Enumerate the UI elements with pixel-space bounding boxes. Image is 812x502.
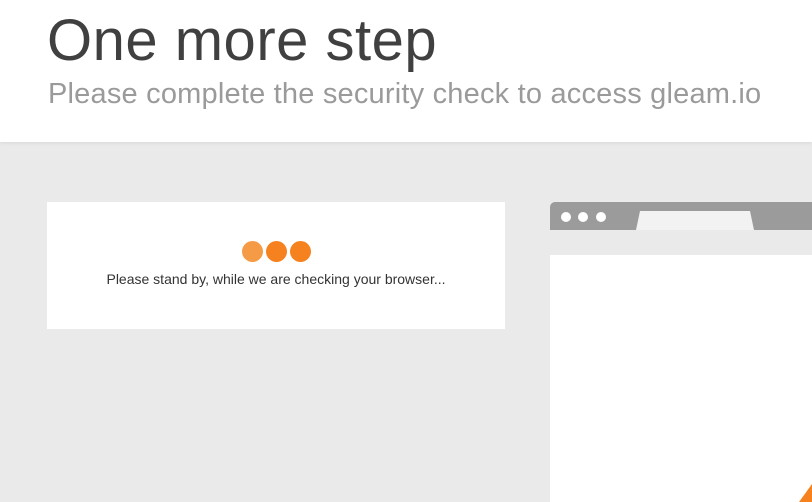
page-header: One more step Please complete the securi…	[0, 0, 812, 142]
loading-indicator	[242, 241, 312, 263]
page-subtitle: Please complete the security check to ac…	[48, 78, 762, 110]
window-control-dot	[596, 212, 606, 222]
loading-dot	[290, 241, 311, 262]
browser-check-card: Please stand by, while we are checking y…	[47, 202, 505, 329]
status-message: Please stand by, while we are checking y…	[106, 271, 446, 287]
page-title: One more step	[47, 8, 438, 73]
browser-content-area	[550, 255, 812, 502]
window-control-dot	[578, 212, 588, 222]
window-control-dot	[561, 212, 571, 222]
accent-shape	[799, 484, 812, 502]
browser-tab	[636, 211, 754, 230]
browser-illustration	[550, 202, 812, 502]
browser-title-bar	[550, 202, 812, 230]
browser-address-strip	[550, 230, 812, 255]
loading-dot	[242, 241, 263, 262]
loading-dot	[266, 241, 287, 262]
